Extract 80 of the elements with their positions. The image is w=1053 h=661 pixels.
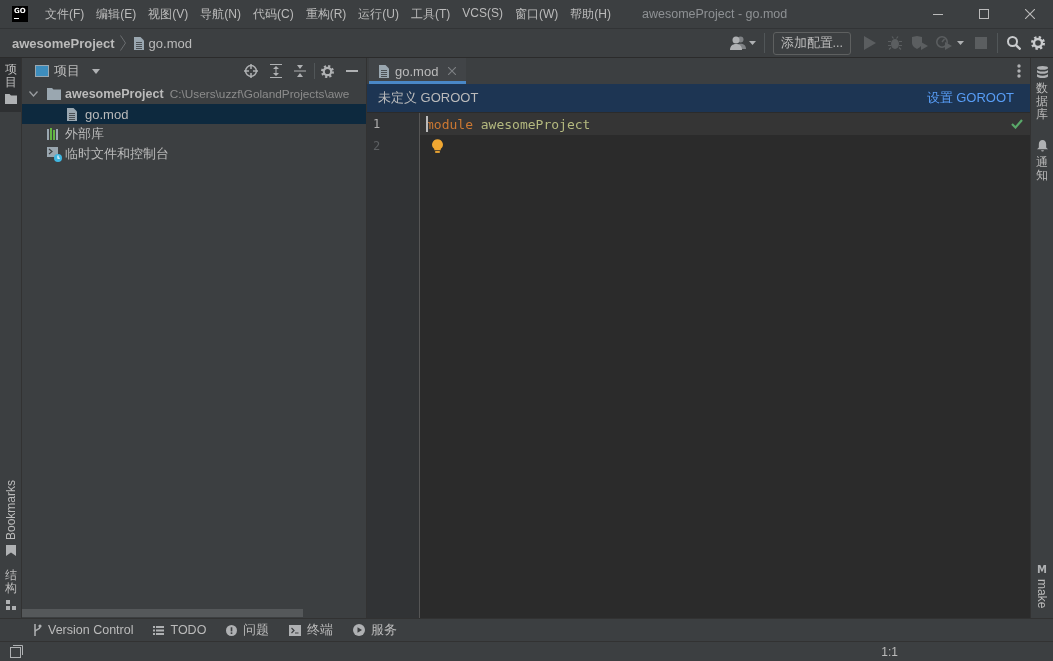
editor-tab[interactable]: go.mod — [369, 58, 467, 84]
play-icon — [863, 36, 876, 50]
tool-window-tab[interactable]: M make — [1031, 556, 1053, 618]
bell-icon — [1036, 139, 1048, 152]
search-icon — [1007, 36, 1021, 50]
blocks-icon — [5, 600, 16, 610]
menu-item[interactable]: 工具(T) — [411, 5, 451, 23]
branch-icon — [33, 624, 42, 636]
tool-window-tab[interactable]: 结构 — [0, 563, 21, 618]
tree-item[interactable]: go.mod — [22, 104, 366, 124]
users-icon — [729, 36, 746, 50]
tool-window-button[interactable]: Version Control — [33, 619, 134, 641]
play-circle-icon — [353, 624, 366, 636]
expand-all-icon[interactable] — [270, 64, 282, 78]
tree-item[interactable]: 外部库 — [22, 124, 366, 144]
terminal-icon — [289, 624, 302, 636]
maximize-icon — [979, 9, 989, 19]
horizontal-scrollbar[interactable] — [22, 609, 303, 617]
panel-title[interactable]: 项目 — [54, 62, 80, 80]
list-icon — [153, 625, 165, 635]
database-icon — [1036, 66, 1048, 78]
window-title: awesomeProject - go.mod — [642, 7, 788, 21]
breadcrumb[interactable]: go.mod — [133, 35, 192, 51]
folder-icon — [4, 94, 17, 105]
tool-window-tab[interactable]: 数据库 — [1031, 58, 1053, 132]
folder-icon — [47, 88, 61, 100]
exclamation-circle-icon — [226, 624, 238, 636]
file-icon — [379, 64, 389, 78]
gear-icon[interactable] — [321, 64, 334, 78]
collapse-all-icon[interactable] — [294, 64, 306, 78]
make-icon: M — [1037, 564, 1047, 575]
tree-item[interactable]: 临时文件和控制台 — [22, 144, 366, 164]
chevron-down-icon[interactable] — [29, 91, 38, 97]
tool-window-button[interactable]: 问题 — [226, 619, 270, 641]
shield-play-icon — [911, 36, 928, 50]
add-configuration-button[interactable]: 添加配置... — [772, 31, 851, 55]
tool-window-button[interactable]: 服务 — [353, 619, 398, 641]
tool-window-tab[interactable]: Bookmarks — [0, 474, 21, 564]
more-vertical-icon[interactable] — [1017, 64, 1021, 78]
caret-down-icon — [957, 41, 964, 45]
crosshair-icon[interactable] — [244, 64, 258, 78]
bug-icon — [887, 36, 902, 50]
close-icon — [1025, 9, 1035, 19]
window-stack-icon[interactable] — [10, 645, 23, 658]
bookmark-icon — [5, 544, 16, 556]
stop-icon — [974, 37, 987, 49]
menu-item[interactable]: 导航(N) — [200, 5, 241, 23]
menu-item[interactable]: 代码(C) — [253, 5, 294, 23]
library-icon — [47, 128, 59, 140]
menu-item[interactable]: 编辑(E) — [96, 5, 137, 23]
checkmark-icon[interactable] — [1011, 119, 1023, 129]
menu-item[interactable]: 文件(F) — [45, 5, 85, 23]
project-path: C:\Users\uzzf\GolandProjects\awe — [169, 87, 350, 101]
tool-window-tab[interactable]: 通知 — [1031, 131, 1053, 192]
gear-icon — [1031, 36, 1045, 50]
tool-window-tab[interactable]: 项目 — [0, 58, 21, 113]
caret-down-icon[interactable] — [92, 68, 100, 74]
tool-window-button[interactable]: 终端 — [289, 619, 334, 641]
gauge-play-icon — [936, 36, 952, 50]
line-number: 1 — [373, 116, 381, 133]
chevron-right-icon — [119, 35, 126, 51]
caret-position[interactable]: 1:1 — [881, 644, 898, 659]
menu-item[interactable]: 帮助(H) — [570, 5, 611, 23]
file-icon — [67, 107, 77, 121]
menu-item[interactable]: 运行(U) — [358, 5, 399, 23]
menu-item[interactable]: 视图(V) — [148, 5, 189, 23]
menu-item[interactable]: VCS(S) — [462, 5, 503, 23]
menu-item[interactable]: 窗口(W) — [515, 5, 559, 23]
file-icon — [133, 36, 144, 50]
window-icon — [35, 65, 49, 77]
terminal-clock-icon — [47, 146, 62, 162]
breadcrumb[interactable]: awesomeProject — [12, 35, 115, 51]
menu-item[interactable]: 重构(R) — [305, 5, 347, 23]
minimize-icon — [933, 13, 943, 15]
lightbulb-icon[interactable] — [432, 139, 443, 153]
banner-link[interactable]: 设置 GOROOT — [926, 89, 1014, 107]
banner-message: 未定义 GOROOT — [378, 89, 479, 107]
caret-down-icon — [748, 41, 756, 45]
tool-window-button[interactable]: TODO — [153, 619, 207, 641]
tree-item[interactable]: awesomeProject C:\Users\uzzf\GolandProjects\awe — [22, 84, 366, 104]
